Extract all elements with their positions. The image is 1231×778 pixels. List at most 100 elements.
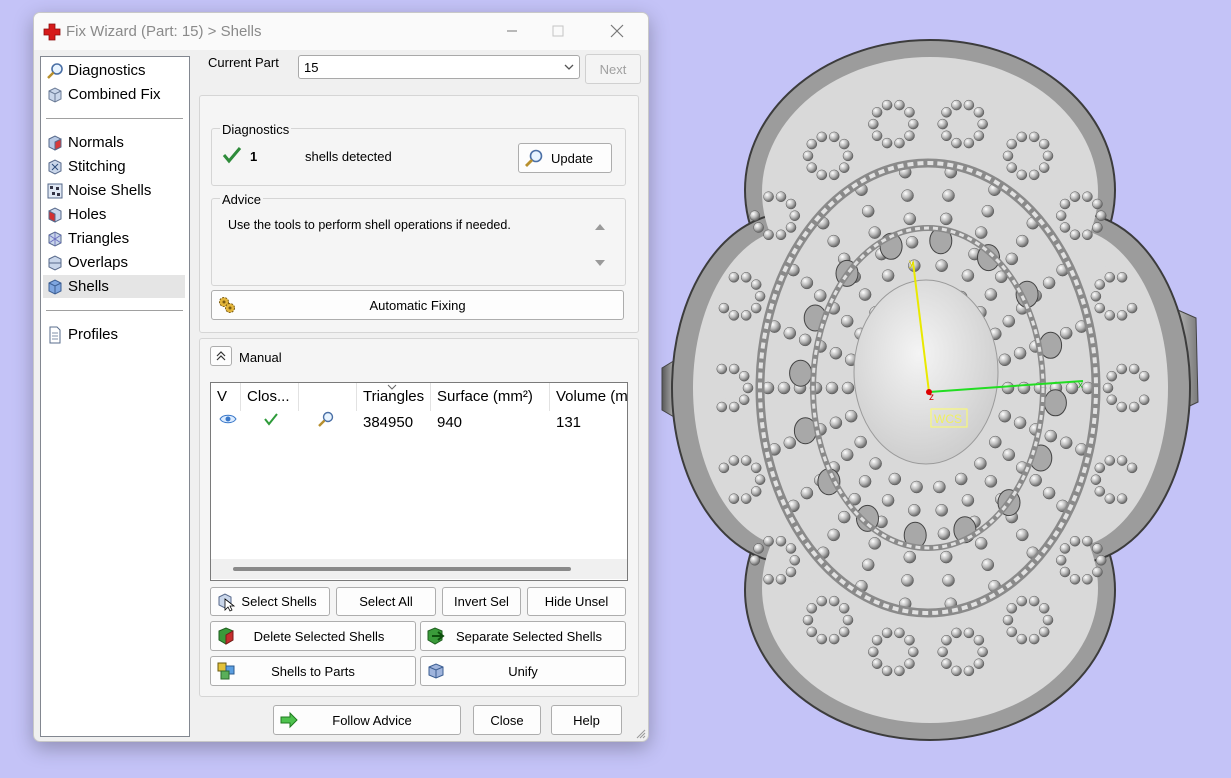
bead — [951, 627, 962, 639]
bead — [838, 162, 850, 173]
bead — [1059, 222, 1071, 233]
nav-label: Triangles — [68, 230, 130, 247]
shells-table: V Clos... Triangles Surface (mm²) Volume… — [210, 382, 628, 581]
nav-item-shells[interactable]: Shells — [43, 275, 185, 298]
close-button[interactable]: Close — [473, 705, 541, 735]
bead — [1092, 543, 1103, 554]
bead — [1006, 162, 1018, 173]
select-all-button[interactable]: Select All — [336, 587, 436, 616]
bead — [941, 634, 952, 646]
bead — [1001, 381, 1015, 395]
update-label: Update — [551, 150, 593, 166]
advice-scrollbar[interactable] — [591, 214, 609, 280]
nav-item-normals[interactable]: Normals — [43, 131, 185, 154]
invert-selection-button[interactable]: Invert Sel — [442, 587, 521, 616]
bead — [1038, 626, 1050, 638]
bead — [1094, 462, 1106, 474]
bead — [937, 118, 948, 130]
bead — [1138, 394, 1150, 406]
scroll-up-icon[interactable] — [594, 222, 606, 232]
resize-grip-icon[interactable] — [636, 729, 646, 739]
table-hscrollbar[interactable] — [211, 559, 627, 579]
bead — [785, 222, 797, 233]
nav-item-overlaps[interactable]: Overlaps — [43, 251, 185, 274]
bead — [789, 555, 801, 566]
bead — [1082, 574, 1093, 585]
follow-advice-button[interactable]: Follow Advice — [273, 705, 461, 735]
delete-selected-shells-button[interactable]: Delete Selected Shells — [210, 621, 416, 651]
bead — [1116, 310, 1128, 321]
bead — [937, 646, 948, 658]
nav-item-profiles[interactable]: Profiles — [43, 323, 185, 346]
title-bar[interactable]: Fix Wizard (Part: 15) > Shells — [34, 13, 648, 50]
nav-item-diagnostics[interactable]: Diagnostics — [43, 59, 185, 82]
col-header-surface[interactable]: Surface (mm²) — [431, 383, 550, 411]
bead — [785, 198, 797, 210]
nav-item-combined-fix[interactable]: Combined Fix — [43, 83, 185, 106]
bead — [829, 416, 843, 430]
bead — [901, 189, 914, 202]
bead — [954, 472, 968, 486]
diagnostics-title: Diagnostics — [220, 122, 292, 137]
automatic-fixing-button[interactable]: Automatic Fixing — [211, 290, 624, 320]
minimize-button[interactable] — [489, 13, 535, 49]
update-button[interactable]: Update — [518, 143, 612, 173]
bead — [1059, 326, 1073, 340]
bead — [998, 409, 1012, 423]
bead — [904, 634, 915, 646]
nav-item-triangles[interactable]: Triangles — [43, 227, 185, 250]
bead — [798, 333, 812, 347]
bead — [825, 381, 839, 395]
close-window-button[interactable] — [594, 13, 640, 49]
bead — [908, 646, 919, 658]
bead — [806, 603, 818, 614]
collapse-manual-button[interactable] — [210, 346, 232, 366]
bead — [828, 633, 840, 645]
shells-to-parts-button[interactable]: Shells to Parts — [210, 656, 416, 686]
bead — [844, 409, 858, 423]
current-part-select[interactable]: 15 — [298, 55, 580, 79]
bead — [1016, 131, 1028, 143]
bead — [1013, 416, 1027, 430]
bead — [888, 472, 902, 486]
scroll-down-icon[interactable] — [594, 258, 606, 268]
help-button[interactable]: Help — [551, 705, 622, 735]
maximize-button[interactable] — [535, 13, 581, 49]
stitching-cube-icon — [48, 158, 62, 175]
bead — [1038, 138, 1050, 150]
bead — [742, 382, 754, 394]
col-header-volume[interactable]: Volume (m — [550, 383, 627, 411]
hide-unselected-button[interactable]: Hide Unsel — [527, 587, 626, 616]
bead — [868, 646, 879, 658]
bead — [1042, 614, 1054, 626]
close-icon — [610, 24, 624, 38]
bead — [1090, 474, 1102, 485]
bead — [1016, 633, 1028, 645]
col-header-visible[interactable]: V — [211, 383, 241, 411]
bead — [933, 480, 946, 494]
col-header-action[interactable] — [299, 383, 357, 411]
bead — [1094, 302, 1106, 314]
bead — [984, 288, 998, 301]
bead — [1055, 555, 1067, 566]
bead — [1104, 455, 1116, 466]
eye-icon[interactable] — [219, 412, 237, 426]
scrollbar-thumb[interactable] — [233, 567, 571, 571]
bead — [838, 138, 850, 150]
follow-advice-label: Follow Advice — [332, 712, 412, 728]
nav-item-noise-shells[interactable]: Noise Shells — [43, 179, 185, 202]
bead — [783, 436, 797, 450]
next-button[interactable]: Next — [585, 54, 641, 84]
zoom-to-shell-icon[interactable] — [317, 410, 335, 428]
nav-item-stitching[interactable]: Stitching — [43, 155, 185, 178]
unify-button[interactable]: Unify — [420, 656, 626, 686]
nav-item-holes[interactable]: Holes — [43, 203, 185, 226]
bead — [977, 646, 988, 658]
cell-triangles: 384950 — [363, 414, 414, 431]
bead — [728, 455, 740, 466]
select-shells-button[interactable]: Select Shells — [210, 587, 330, 616]
separate-selected-shells-button[interactable]: Separate Selected Shells — [420, 621, 626, 651]
bead — [894, 137, 905, 149]
col-header-closed[interactable]: Clos... — [241, 383, 299, 411]
bead — [861, 204, 875, 218]
